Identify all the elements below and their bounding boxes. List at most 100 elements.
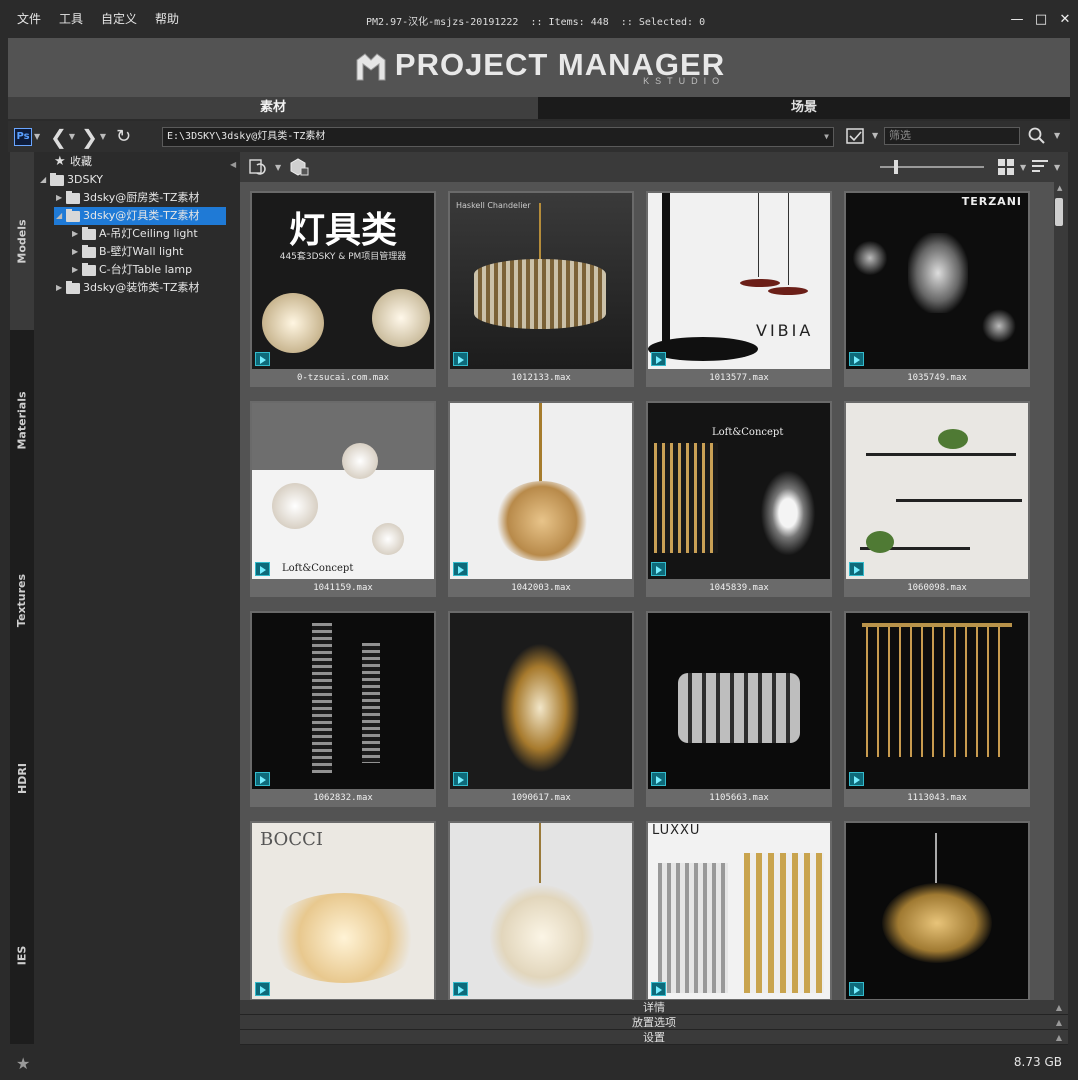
expand-down-icon[interactable]: ◢ (56, 207, 66, 225)
asset-card[interactable]: Loft&Concept 1041159.max (250, 401, 436, 597)
tab-materials[interactable]: Materials (10, 330, 34, 510)
asset-card[interactable]: BOCCI (250, 821, 436, 1000)
zoom-slider-handle[interactable] (894, 160, 898, 174)
expand-right-icon[interactable]: ▶ (72, 225, 82, 243)
checklist-icon[interactable] (846, 127, 866, 145)
expand-right-icon[interactable]: ▶ (72, 261, 82, 279)
asset-card[interactable]: LUXXU (646, 821, 832, 1000)
max-file-icon (849, 772, 864, 786)
refresh-icon[interactable]: ↻ (116, 126, 131, 147)
tree-item-lighting[interactable]: ◢ 3dsky@灯具类-TZ素材 (54, 207, 226, 225)
tab-hdri[interactable]: HDRI (10, 690, 34, 866)
chevron-down-icon[interactable]: ▼ (1020, 163, 1026, 172)
asset-card[interactable] (844, 821, 1030, 1000)
filter-input[interactable]: 筛选 (884, 127, 1020, 145)
asset-card[interactable]: VIBIA 1013577.max (646, 191, 832, 387)
collapse-left-icon[interactable]: ◀ (230, 160, 236, 169)
back-icon[interactable]: ❮ (50, 127, 67, 147)
max-file-icon (651, 562, 666, 576)
package-icon[interactable] (288, 156, 310, 178)
chevron-down-icon[interactable]: ▼ (1054, 163, 1060, 172)
tab-assets[interactable]: 素材 (8, 97, 538, 119)
asset-card[interactable]: Loft&Concept 1045839.max (646, 401, 832, 597)
vertical-scrollbar[interactable]: ▲ (1054, 182, 1068, 1000)
chevron-down-icon[interactable]: ▼ (824, 128, 829, 146)
asset-card[interactable]: 1042003.max (448, 401, 634, 597)
tab-ies-label: IES (15, 945, 29, 965)
panel-splitter[interactable]: ◀ (229, 152, 240, 1044)
panel-details[interactable]: 详情 ▲ (240, 1000, 1068, 1015)
scroll-up-icon[interactable]: ▲ (1057, 184, 1062, 192)
asset-card[interactable]: 1113043.max (844, 611, 1030, 807)
expand-down-icon[interactable]: ◢ (40, 171, 50, 189)
maximize-icon[interactable]: □ (1034, 12, 1048, 27)
chevron-down-icon[interactable]: ▼ (100, 132, 106, 141)
chevron-up-icon[interactable]: ▲ (1056, 1030, 1062, 1045)
menu-file[interactable]: 文件 (8, 0, 50, 38)
forward-icon[interactable]: ❯ (81, 127, 98, 147)
panel-details-label: 详情 (643, 1001, 665, 1014)
sync-icon[interactable] (248, 157, 270, 177)
asset-card[interactable]: 1062832.max (250, 611, 436, 807)
chevron-up-icon[interactable]: ▲ (1056, 1000, 1062, 1015)
main-tabs: 素材 场景 (8, 97, 1070, 119)
asset-filename: 1090617.max (511, 793, 571, 803)
folder-icon (66, 190, 80, 204)
tree-item-ceiling[interactable]: ▶ A-吊灯Ceiling light (72, 225, 198, 243)
tab-models[interactable]: Models (10, 152, 34, 330)
asset-card[interactable] (448, 821, 634, 1000)
tree-item-label: C-台灯Table lamp (99, 263, 193, 276)
menu-help[interactable]: 帮助 (146, 0, 188, 38)
photoshop-icon[interactable]: Ps (14, 127, 32, 146)
expand-right-icon[interactable]: ▶ (56, 189, 66, 207)
tree-item-label: 3dsky@厨房类-TZ素材 (83, 191, 200, 204)
tree-favorites[interactable]: ★ 收藏 (54, 153, 92, 171)
scrollbar-thumb[interactable] (1055, 198, 1063, 226)
tab-ies[interactable]: IES (10, 866, 34, 1044)
expand-right-icon[interactable]: ▶ (56, 279, 66, 297)
lamp-shape (756, 463, 820, 563)
tab-scenes[interactable]: 场景 (538, 97, 1070, 119)
thumbnail: VIBIA (648, 193, 830, 369)
tree-item-table[interactable]: ▶ C-台灯Table lamp (72, 261, 192, 279)
panel-placement-options[interactable]: 放置选项 ▲ (240, 1015, 1068, 1030)
menu-tools[interactable]: 工具 (50, 0, 92, 38)
chevron-down-icon[interactable]: ▼ (1054, 131, 1060, 140)
max-file-icon (453, 982, 468, 996)
zoom-slider[interactable] (880, 160, 984, 174)
sort-icon[interactable] (1032, 159, 1050, 175)
menu-customize[interactable]: 自定义 (92, 0, 146, 38)
lamp-shape (539, 823, 541, 883)
chevron-down-icon[interactable]: ▼ (34, 132, 40, 141)
asset-card[interactable]: TERZANI 1035749.max (844, 191, 1030, 387)
asset-card[interactable]: Haskell Chandelier 1012133.max (448, 191, 634, 387)
chevron-down-icon[interactable]: ▼ (69, 132, 75, 141)
expand-right-icon[interactable]: ▶ (72, 243, 82, 261)
search-icon[interactable] (1028, 127, 1046, 145)
chevron-up-icon[interactable]: ▲ (1056, 1015, 1062, 1030)
tab-textures[interactable]: Textures (10, 510, 34, 690)
chevron-down-icon[interactable]: ▼ (872, 131, 878, 140)
chevron-down-icon[interactable]: ▼ (275, 163, 281, 172)
folder-tree: ★ 收藏 ◢ 3DSKY ▶ 3dsky@厨房类-TZ素材 ◢ 3dsky@灯具… (34, 152, 229, 1044)
asset-card[interactable]: 1060098.max (844, 401, 1030, 597)
panel-settings[interactable]: 设置 ▲ (240, 1030, 1068, 1045)
tree-item-wall[interactable]: ▶ B-壁灯Wall light (72, 243, 183, 261)
asset-card[interactable]: 灯具类 445套3DSKY & PM项目管理器 0-tzsucai.com.ma… (250, 191, 436, 387)
thumbnail-overlay-text: LUXXU (652, 823, 701, 838)
lamp-shape (266, 893, 422, 983)
lamp-shape (654, 443, 718, 553)
star-icon[interactable]: ★ (16, 1054, 30, 1073)
tree-root[interactable]: ◢ 3DSKY (40, 171, 103, 189)
status-bar: ★ 8.73 GB (0, 1046, 1078, 1080)
close-icon[interactable]: ✕ (1058, 12, 1072, 27)
tree-item-kitchen[interactable]: ▶ 3dsky@厨房类-TZ素材 (56, 189, 199, 207)
grid-view-icon[interactable] (998, 159, 1014, 175)
tree-item-label: B-壁灯Wall light (99, 245, 184, 258)
asset-card[interactable]: 1105663.max (646, 611, 832, 807)
path-input[interactable]: E:\3DSKY\3dsky@灯具类-TZ素材 ▼ (162, 127, 834, 147)
asset-filename: 1013577.max (709, 373, 769, 383)
minimize-icon[interactable]: — (1010, 12, 1024, 27)
tree-item-decor[interactable]: ▶ 3dsky@装饰类-TZ素材 (56, 279, 199, 297)
asset-card[interactable]: 1090617.max (448, 611, 634, 807)
